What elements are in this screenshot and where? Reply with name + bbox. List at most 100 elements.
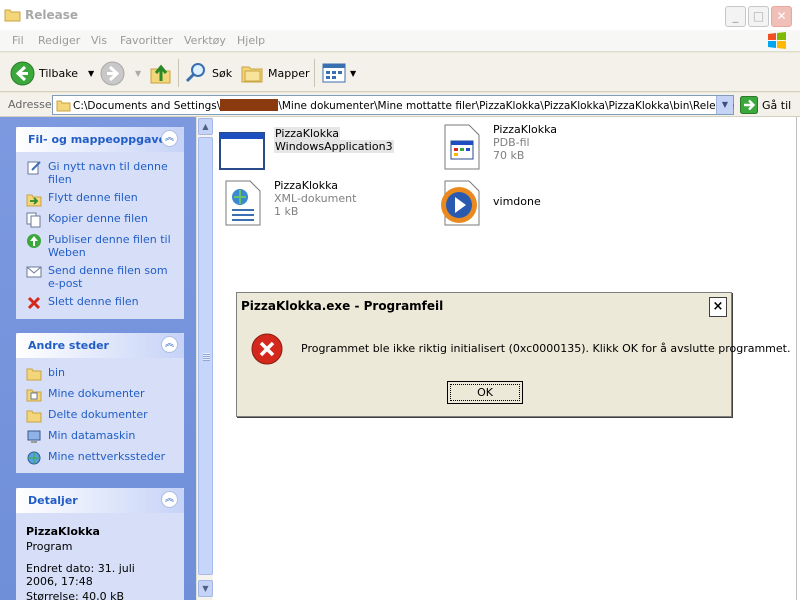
rename-icon [27,161,41,175]
file-item-xml[interactable]: PizzaKlokka XML-dokument 1 kB [218,179,356,227]
back-arrow-icon [10,61,35,85]
dialog-message: Programmet ble ikke riktig initialisert … [301,342,791,355]
error-icon [251,333,283,365]
file-item-vimdone[interactable]: vimdone [437,179,541,227]
details-file-type: Program [26,540,73,553]
chevron-down-icon[interactable]: ▼ [350,69,356,78]
menu-edit[interactable]: Rediger [38,34,80,47]
computer-icon [27,430,41,443]
close-window-button[interactable]: ✕ [771,6,792,27]
windows-logo-icon [768,32,786,49]
dialog-close-button[interactable]: × [709,297,727,317]
up-folder-button[interactable] [148,60,173,86]
application-icon [219,132,265,170]
forward-button[interactable]: ▼ [100,60,141,86]
task-pane: Fil- og mappeoppgaver ︽ Gi nytt navn til… [0,117,196,600]
move-icon [26,194,42,207]
file-item-exe[interactable]: PizzaKlokka WindowsApplication3 [218,127,394,175]
ok-button[interactable]: OK [447,381,523,404]
folders-icon [241,66,263,83]
task-rename[interactable]: Gi nytt navn til denne filen [26,160,176,186]
menu-help[interactable]: Hjelp [237,34,265,47]
address-label: Adresse [8,98,52,111]
views-button[interactable]: ▼ [322,60,356,86]
menu-file[interactable]: Fil [12,34,24,47]
forward-arrow-icon [100,61,125,85]
file-tasks-panel: Fil- og mappeoppgaver ︽ Gi nytt navn til… [16,127,184,319]
task-copy[interactable]: Kopier denne filen [26,212,176,228]
file-size: 70 kB [493,149,525,162]
file-item-pdb[interactable]: PizzaKlokka PDB-fil 70 kB [437,123,557,171]
redacted-username [220,99,279,111]
search-icon [185,63,205,83]
file-tasks-header[interactable]: Fil- og mappeoppgaver ︽ [16,127,184,152]
chevron-down-icon[interactable]: ▼ [88,69,94,78]
vertical-scrollbar[interactable]: ▲ ▼ [196,117,213,600]
details-header[interactable]: Detaljer ︽ [16,488,184,513]
place-network[interactable]: Mine nettverkssteder [26,450,176,466]
menu-tools[interactable]: Verktøy [184,34,226,47]
address-dropdown-button[interactable]: ▼ [716,96,733,114]
file-type: PDB-fil [493,136,530,149]
other-places-header[interactable]: Andre steder ︽ [16,333,184,358]
folder-icon [4,8,21,25]
window-title: Release [25,8,79,22]
place-my-documents[interactable]: Mine dokumenter [26,387,176,403]
address-path: C:\Documents and Settings\ \Mine dokument… [73,99,734,112]
go-button[interactable]: Gå til [740,96,791,114]
collapse-icon[interactable]: ︽ [161,130,178,147]
file-name: PizzaKlokka [493,123,558,136]
menu-view[interactable]: Vis [91,34,107,47]
details-size: Størrelse: 40,0 kB [26,590,125,600]
task-publish[interactable]: Publiser denne filen til Weben [26,233,176,259]
details-panel: Detaljer ︽ PizzaKlokka Program Endret da… [16,488,184,600]
media-player-icon [441,180,480,226]
publish-web-icon [27,234,41,248]
views-icon [322,63,346,83]
network-icon [27,451,41,465]
toolbar: Tilbake ▼ ▼ Søk Mapper ▼ [0,53,800,92]
task-delete[interactable]: Slett denne filen [26,295,176,311]
place-my-computer[interactable]: Min datamaskin [26,429,176,445]
scroll-thumb[interactable] [198,137,213,575]
file-name: PizzaKlokka [274,179,339,192]
scroll-up-button[interactable]: ▲ [198,118,213,135]
back-button[interactable]: Tilbake ▼ [10,60,94,86]
window-title-bar[interactable]: Release _ □ ✕ [0,0,800,30]
go-arrow-icon [740,96,758,114]
delete-icon [27,296,41,310]
collapse-icon[interactable]: ︽ [161,336,178,353]
folders-button[interactable]: Mapper [240,60,310,86]
place-bin[interactable]: bin [26,366,176,382]
chevron-down-icon[interactable]: ▼ [135,69,141,78]
folder-icon [56,100,71,112]
shared-folder-icon [26,410,42,423]
xml-document-icon [225,180,261,226]
maximize-button[interactable]: □ [748,6,769,27]
window-border [796,117,800,600]
error-dialog: PizzaKlokka.exe - Programfeil × Programm… [236,292,790,417]
other-places-panel: Andre steder ︽ bin Mine dokumenter Delte… [16,333,184,473]
collapse-icon[interactable]: ︽ [161,491,178,508]
file-type: XML-dokument [274,192,357,205]
my-documents-icon [26,389,42,402]
scroll-down-button[interactable]: ▼ [198,580,213,597]
place-shared-documents[interactable]: Delte dokumenter [26,408,176,424]
task-move[interactable]: Flytt denne filen [26,191,176,207]
menu-favorites[interactable]: Favoritter [120,34,173,47]
minimize-button[interactable]: _ [725,6,746,27]
dialog-title: PizzaKlokka.exe - Programfeil [241,299,444,313]
task-email[interactable]: Send denne filen som e-post [26,264,176,290]
dialog-title-bar[interactable]: PizzaKlokka.exe - Programfeil × [237,293,731,321]
address-bar: Adresse C:\Documents and Settings\ \Mine … [0,93,800,117]
file-name: PizzaKlokka [274,127,341,140]
details-file-name: PizzaKlokka [26,525,100,538]
email-icon [26,266,42,278]
menu-bar: Fil Rediger Vis Favoritter Verktøy Hjelp [0,30,800,52]
address-input[interactable]: C:\Documents and Settings\ \Mine dokument… [52,95,734,115]
folder-icon [26,368,42,381]
up-folder-icon [150,64,171,83]
search-button[interactable]: Søk [184,60,232,86]
pdb-file-icon [444,124,480,170]
file-type: WindowsApplication3 [274,140,394,153]
